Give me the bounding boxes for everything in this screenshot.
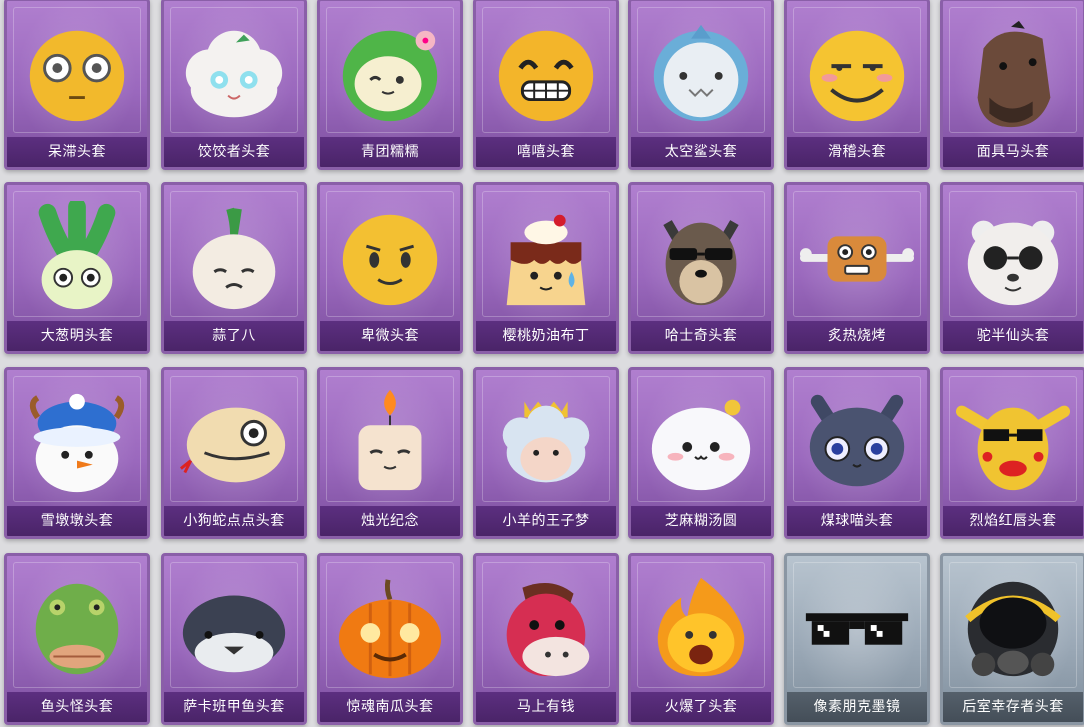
helmet-name: 大葱明头套 [7,321,147,351]
helmet-card[interactable]: 卑微头套 [317,182,463,354]
helmet-card[interactable]: 青团糯糯 [317,0,463,170]
helmet-name: 惊魂南瓜头套 [320,692,460,722]
helmet-name: 萨卡班甲鱼头套 [164,692,304,722]
helmet-card[interactable]: 火爆了头套 [628,553,774,725]
helmet-name: 驼半仙头套 [943,321,1083,351]
helmet-name: 后室幸存者头套 [943,692,1083,722]
helmet-card[interactable]: 芝麻糊汤圆 [628,367,774,539]
helmet-card[interactable]: 萨卡班甲鱼头套 [161,553,307,725]
helmet-name: 烛光纪念 [320,506,460,536]
grinning-face-helmet-icon [487,17,605,129]
helmet-name: 蒜了八 [164,321,304,351]
helmet-card[interactable]: 哈士奇头套 [628,182,774,354]
helmet-card[interactable]: 小羊的王子梦 [473,367,619,539]
alpaca-helmet-icon [954,201,1072,313]
cloud-dumpling-helmet-icon [175,17,293,129]
helmet-card[interactable]: 煤球喵头套 [784,367,930,539]
helmet-card[interactable]: 大葱明头套 [4,182,150,354]
helmet-name: 火爆了头套 [631,692,771,722]
helmet-name: 滑稽头套 [787,137,927,167]
funny-face-helmet-icon [798,17,916,129]
garlic-helmet-icon [175,201,293,313]
sheep-prince-helmet-icon [487,386,605,498]
helmet-card[interactable]: 惊魂南瓜头套 [317,553,463,725]
fish-head-helmet-icon [18,572,136,684]
fire-helmet-icon [642,572,760,684]
helmet-name: 小狗蛇点点头套 [164,506,304,536]
helmet-name: 哈士奇头套 [631,321,771,351]
pixel-sunglasses-icon [798,572,916,684]
helmet-name: 青团糯糯 [320,137,460,167]
dazed-face-helmet-icon [18,17,136,129]
helmet-name: 雪墩墩头套 [7,506,147,536]
scallion-helmet-icon [18,201,136,313]
helmet-name: 炙热烧烤 [787,321,927,351]
helmet-name: 饺饺者头套 [164,137,304,167]
helmet-name: 芝麻糊汤圆 [631,506,771,536]
snowman-helmet-icon [18,386,136,498]
helmet-card[interactable]: 烛光纪念 [317,367,463,539]
rice-dumpling-helmet-icon [642,386,760,498]
helmet-name: 烈焰红唇头套 [943,506,1083,536]
helmet-card[interactable]: 驼半仙头套 [940,182,1084,354]
helmet-card[interactable]: 樱桃奶油布丁 [473,182,619,354]
helmet-card[interactable]: 像素朋克墨镜 [784,553,930,725]
helmet-card[interactable]: 小狗蛇点点头套 [161,367,307,539]
helmet-card[interactable]: 嘻嘻头套 [473,0,619,170]
black-cat-helmet-icon [798,386,916,498]
helmet-name: 樱桃奶油布丁 [476,321,616,351]
helmet-card[interactable]: 后室幸存者头套 [940,553,1084,725]
husky-helmet-icon [642,201,760,313]
helmet-card[interactable]: 蒜了八 [161,182,307,354]
cherry-pudding-helmet-icon [487,201,605,313]
helmet-card[interactable]: 烈焰红唇头套 [940,367,1084,539]
helmet-card[interactable]: 面具马头套 [940,0,1084,170]
gas-mask-helmet-icon [954,572,1072,684]
helmet-card[interactable]: 饺饺者头套 [161,0,307,170]
yellow-mask-helmet-icon [954,386,1072,498]
helmet-card[interactable]: 鱼头怪头套 [4,553,150,725]
helmet-card[interactable]: 滑稽头套 [784,0,930,170]
red-horse-helmet-icon [487,572,605,684]
humble-face-helmet-icon [331,201,449,313]
helmet-name: 嘻嘻头套 [476,137,616,167]
helmet-card[interactable]: 雪墩墩头套 [4,367,150,539]
helmet-card[interactable]: 太空鲨头套 [628,0,774,170]
helmet-name: 鱼头怪头套 [7,692,147,722]
pumpkin-helmet-icon [331,572,449,684]
horse-mask-helmet-icon [954,17,1072,129]
grilled-meat-helmet-icon [798,201,916,313]
helmet-name: 呆滞头套 [7,137,147,167]
helmet-name: 马上有钱 [476,692,616,722]
helmet-grid: 呆滞头套 饺饺者头套 青团糯糯 嘻嘻头套 太空鲨头套 滑稽头套 面具马头套大葱明头套 蒜了八卑… [0,0,1084,727]
helmet-name: 面具马头套 [943,137,1083,167]
green-rice-ball-helmet-icon [331,17,449,129]
helmet-name: 卑微头套 [320,321,460,351]
helmet-card[interactable]: 呆滞头套 [4,0,150,170]
snake-helmet-icon [175,386,293,498]
armored-fish-helmet-icon [175,572,293,684]
helmet-name: 煤球喵头套 [787,506,927,536]
helmet-card[interactable]: 马上有钱 [473,553,619,725]
helmet-name: 像素朋克墨镜 [787,692,927,722]
helmet-name: 太空鲨头套 [631,137,771,167]
candle-helmet-icon [331,386,449,498]
space-shark-helmet-icon [642,17,760,129]
helmet-card[interactable]: 炙热烧烤 [784,182,930,354]
helmet-name: 小羊的王子梦 [476,506,616,536]
